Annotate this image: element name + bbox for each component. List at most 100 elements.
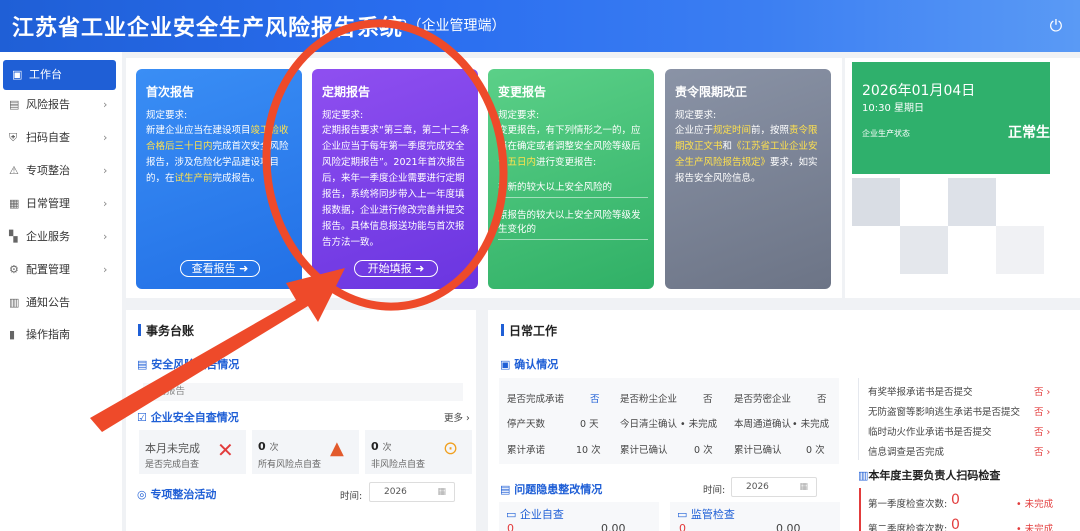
- cell-label: 累计已确认: [620, 445, 668, 456]
- supervision-count: 0: [679, 522, 686, 531]
- alert-icon: ▲: [330, 438, 344, 459]
- cell-value: 否: [590, 394, 600, 405]
- tab-label: 企业自查: [519, 508, 564, 521]
- card-requirement-label: 规定要求:: [498, 110, 540, 121]
- sidebar-item-notice[interactable]: ▥ 通知公告: [0, 288, 122, 318]
- year-picker[interactable]: 2026 ▦: [731, 477, 817, 497]
- clipboard-icon: ▭: [506, 508, 520, 521]
- cell-value: 0 次: [806, 445, 825, 456]
- list-item[interactable]: 有奖举报承诺书是否提交: [868, 384, 973, 398]
- card-body: 定期报告要求“第三章，第二十二条 企业应当于每年第一季度完成安全风险定期报告”。…: [322, 125, 470, 248]
- cell-label: 停产天数: [507, 419, 546, 430]
- card-highlight: 规定时间: [713, 125, 752, 136]
- card-title: 首次报告: [146, 85, 195, 99]
- cell-status: • 未完成: [680, 419, 718, 430]
- risk-report-row[interactable]: 定期报告: [143, 383, 463, 401]
- cell-label: 是否劳密企业: [734, 394, 792, 405]
- year-picker[interactable]: 2026 ▦: [369, 482, 455, 502]
- cell-label: 累计承诺: [507, 445, 546, 456]
- sidebar-item-guide[interactable]: ▮ 操作指南: [0, 320, 122, 350]
- sidebar-item-config[interactable]: ⚙ 配置管理 ›: [0, 255, 122, 285]
- stat-value: 0 次: [258, 440, 279, 453]
- self-check-section: ☑ 企业安全自查情况: [137, 409, 239, 425]
- book-icon: ▮: [9, 328, 16, 341]
- app-header: 江苏省工业企业安全生产风险报告系统 v4.3（企业管理端） ⏻: [0, 0, 1080, 52]
- card-title: 定期报告: [322, 85, 371, 99]
- sidebar-item-enterprise-service[interactable]: ▚ 企业服务 ›: [0, 222, 122, 252]
- change-condition-item: 有新的较大以上安全风险的: [498, 179, 648, 198]
- scan-row-label: 第二季度检查次数:: [868, 524, 948, 531]
- cell-value: 10 次: [576, 445, 601, 456]
- risk-report-section: ▤ 安全风险报告情况: [137, 356, 239, 372]
- sidebar-item-special-rectify[interactable]: ⚠ 专项整治 ›: [0, 156, 122, 186]
- power-icon[interactable]: ⏻: [1046, 16, 1066, 36]
- list-item-value: 否 ›: [1034, 447, 1051, 458]
- stat-value: 0 次: [371, 440, 392, 453]
- supervision-tab[interactable]: ▭ 监管检查: [677, 506, 735, 522]
- first-report-card: 首次报告 规定要求: 新建企业应当在建设项目竣工验收合格后三十日内完成首次安全风…: [136, 69, 302, 289]
- card-highlight: 试生产前: [174, 173, 213, 184]
- card-body: 变更报告，有下列情形之一的，应当在确定或者调整安全风险等级后十五日内进行变更报告…: [498, 123, 648, 171]
- sidebar-item-scan-check[interactable]: ⛨ 扫码自查 ›: [0, 123, 122, 153]
- stat-card-monthly[interactable]: 本月未完成 是否完成自查 ✕: [139, 430, 246, 474]
- view-report-button[interactable]: 查看报告 ➜: [180, 260, 260, 277]
- item-value: 否: [1034, 407, 1044, 418]
- self-check-tab[interactable]: ▭ 企业自查: [506, 506, 564, 522]
- year-value: 2026: [384, 487, 407, 497]
- link-label: 更多: [444, 413, 464, 424]
- qr-code-blurred: [948, 178, 996, 226]
- date-status-panel: 2026年01月04日 10:30 星期日 企业生产状态 正常生产: [852, 62, 1064, 174]
- card-requirement-label: 规定要求:: [675, 110, 717, 121]
- cell-value: 0 次: [694, 445, 713, 456]
- cell-label: 本周通道确认: [734, 419, 792, 430]
- chevron-right-icon: ›: [103, 131, 108, 144]
- list-item[interactable]: 临时动火作业承诺书是否提交: [868, 424, 992, 438]
- item-value: 否: [1034, 427, 1044, 438]
- sidebar-item-risk-report[interactable]: ▤ 风险报告 ›: [0, 90, 122, 120]
- stat-unit: 次: [269, 443, 279, 453]
- chevron-right-icon: ›: [103, 263, 108, 276]
- cell-label: 累计已确认: [734, 445, 782, 456]
- time-label: 时间:: [340, 491, 363, 502]
- sidebar-item-label: 通知公告: [26, 296, 70, 309]
- scan-row-label: 第一季度检查次数:: [868, 499, 948, 510]
- cell-value: 0 天: [580, 419, 599, 430]
- stat-sub: 非风险点自查: [371, 460, 426, 470]
- section-label: 安全风险报告情况: [151, 358, 240, 371]
- sidebar-item-label: 工作台: [29, 68, 62, 81]
- start-fill-button[interactable]: 开始填报 ➜: [354, 260, 438, 277]
- card-title: 变更报告: [498, 85, 547, 99]
- card-requirement-label: 规定要求:: [322, 110, 364, 121]
- dashboard-icon: ▣: [12, 68, 23, 81]
- sidebar-item-dashboard[interactable]: ▣ 工作台: [3, 60, 116, 90]
- chart-icon: ▥: [858, 469, 869, 482]
- sidebar-item-label: 操作指南: [26, 328, 70, 341]
- sidebar-item-label: 配置管理: [26, 263, 70, 276]
- stat-number: 0: [258, 440, 266, 453]
- card-text: 和: [722, 141, 733, 152]
- section-label: 企业安全自查情况: [150, 411, 239, 424]
- list-icon: ▤: [137, 358, 152, 371]
- chevron-right-icon: ›: [103, 164, 108, 177]
- chevron-right-icon: ›: [103, 197, 108, 210]
- list-item[interactable]: 无防盗窗等影响逃生承诺书是否提交: [868, 404, 1020, 418]
- cell-label: 是否完成承诺: [507, 394, 565, 405]
- stat-sub: 是否完成自查: [145, 460, 200, 470]
- app-version: v4.3（企业管理端）: [377, 18, 506, 34]
- confirm-icon: ▣: [500, 358, 515, 371]
- arrow-circle-icon: ➜: [415, 262, 425, 275]
- section-label: 本年度主要负责人扫码检查: [868, 469, 1001, 482]
- list-item[interactable]: 信息调查是否完成: [868, 444, 944, 458]
- list-item-value: 否 ›: [1034, 427, 1051, 438]
- card-title: 责令限期改正: [675, 85, 748, 99]
- sidebar-item-label: 专项整治: [26, 164, 70, 177]
- more-link[interactable]: 更多 ›: [444, 410, 470, 424]
- stat-card-all-points[interactable]: 0 次 所有风险点自查 ▲: [252, 430, 359, 474]
- clipboard-icon: ▭: [677, 508, 691, 521]
- sidebar-item-daily-management[interactable]: ▦ 日常管理 ›: [0, 189, 122, 219]
- sidebar-item-label: 风险报告: [26, 98, 70, 111]
- qr-code-blurred: [996, 226, 1044, 274]
- stat-card-non-points[interactable]: 0 次 非风险点自查 ⊙: [365, 430, 472, 474]
- cross-icon: ✕: [217, 438, 234, 462]
- scan-check-section: ▥本年度主要负责人扫码检查: [858, 467, 1000, 483]
